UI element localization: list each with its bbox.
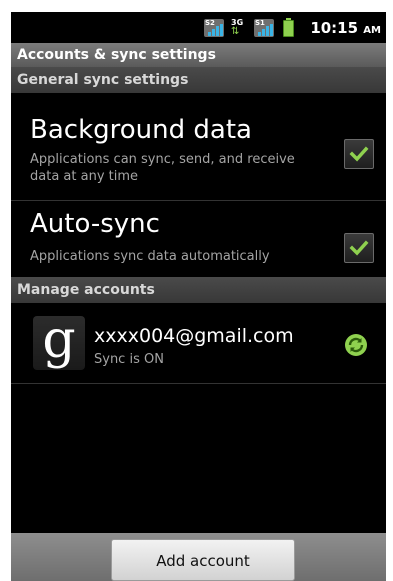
auto-sync-checkbox[interactable] <box>344 233 374 263</box>
account-row[interactable]: g xxxx004@gmail.com Sync is ON <box>11 303 386 383</box>
background-data-checkbox[interactable] <box>344 139 374 169</box>
data-3g-icon: 3G ⇅ <box>231 18 244 37</box>
bottom-bar: Add account <box>11 533 386 581</box>
battery-icon <box>283 18 294 37</box>
auto-sync-summary: Applications sync data automatically <box>30 249 270 264</box>
checkmark-icon <box>349 240 369 256</box>
section-header-general: General sync settings <box>11 67 386 93</box>
google-icon: g <box>33 314 85 370</box>
background-data-summary: Applications can sync, send, and receive… <box>30 152 295 184</box>
signal-icon-sim2: S2 <box>204 19 224 37</box>
background-data-title: Background data <box>30 115 252 145</box>
auto-sync-title: Auto-sync <box>30 209 160 239</box>
account-sync-status: Sync is ON <box>94 352 164 367</box>
section-header-manage: Manage accounts <box>11 277 386 303</box>
auto-sync-row[interactable]: Auto-sync Applications sync data automat… <box>11 201 386 274</box>
add-account-button[interactable]: Add account <box>111 539 295 581</box>
clock: 10:15 AM <box>310 19 381 37</box>
status-icons: S2 3G ⇅ S1 <box>204 18 294 37</box>
page-title: Accounts & sync settings <box>11 43 386 67</box>
background-data-row[interactable]: Background data Applications can sync, s… <box>11 93 386 185</box>
divider <box>11 383 386 384</box>
sync-icon <box>345 334 367 356</box>
screen: S2 3G ⇅ S1 10:15 AM Accounts & sync sett… <box>11 12 386 581</box>
status-bar: S2 3G ⇅ S1 10:15 AM <box>11 12 386 43</box>
signal-icon-sim1: S1 <box>254 19 274 37</box>
account-email: xxxx004@gmail.com <box>94 325 294 347</box>
checkmark-icon <box>349 146 369 162</box>
